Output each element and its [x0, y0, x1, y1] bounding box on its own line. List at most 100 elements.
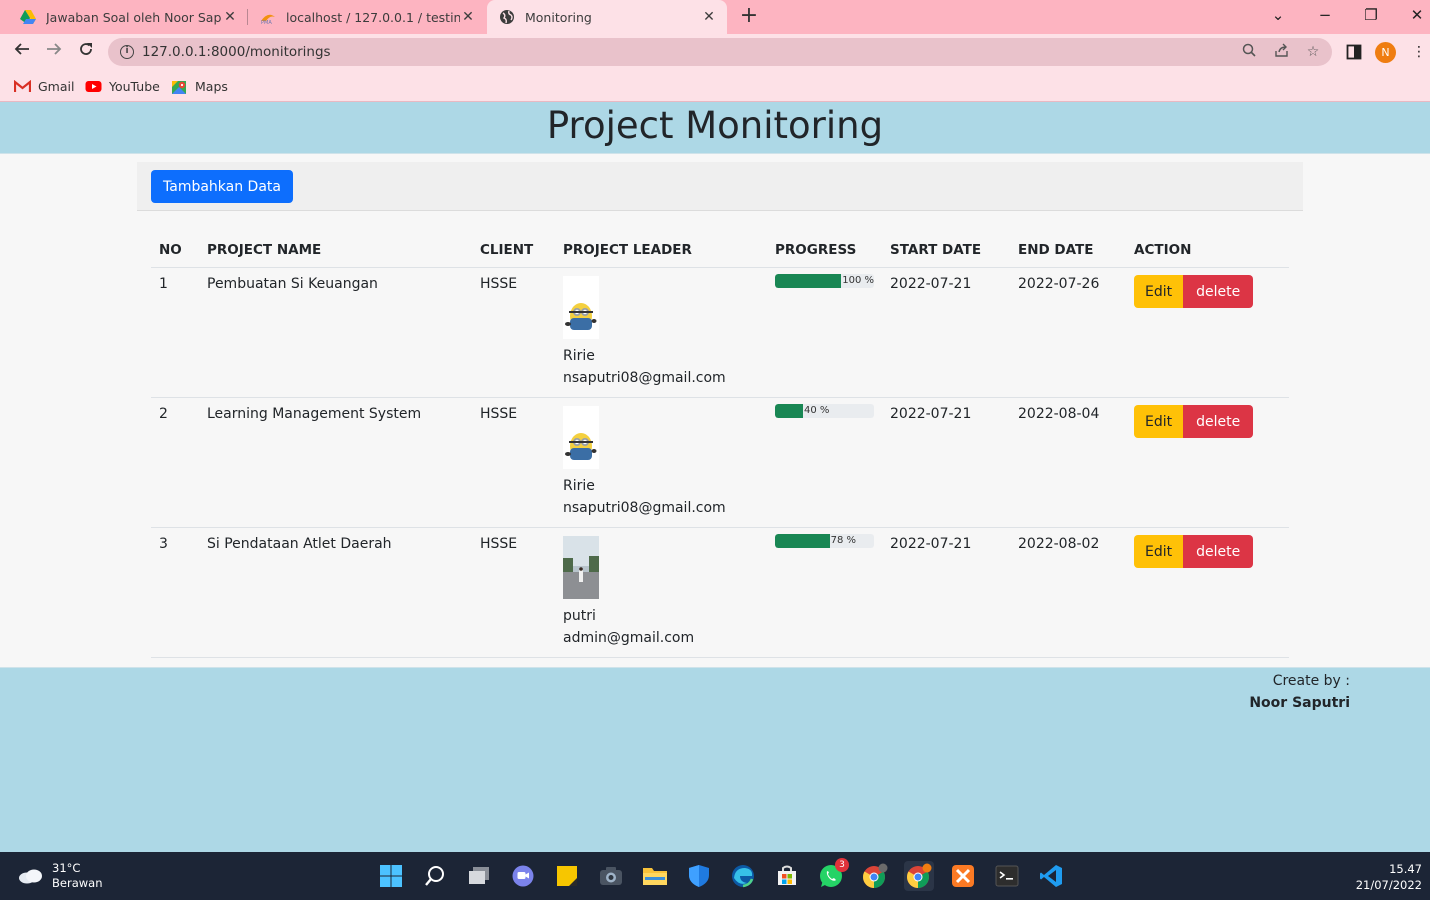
search-icon[interactable] — [420, 861, 450, 891]
card-header: Tambahkan Data — [137, 162, 1303, 211]
close-tab-icon[interactable]: ✕ — [701, 9, 717, 25]
cell-project-name: Learning Management System — [199, 397, 472, 528]
delete-button[interactable]: delete — [1183, 275, 1254, 308]
side-panel-icon[interactable] — [1345, 44, 1363, 60]
address-url[interactable]: 127.0.0.1:8000/monitorings — [142, 44, 331, 60]
progress-fill — [775, 274, 842, 288]
cell-no: 3 — [151, 527, 199, 658]
edit-button[interactable]: Edit — [1134, 405, 1184, 438]
column-header-client: CLIENT — [472, 234, 555, 268]
weather-widget[interactable]: 31°C Berawan — [18, 861, 102, 891]
system-clock[interactable]: 15.47 21/07/2022 — [1356, 861, 1422, 893]
table-row: 2 Learning Management System HSSE Ririe … — [151, 397, 1289, 528]
bookmark-star-icon[interactable]: ☆ — [1304, 43, 1322, 61]
leader-email: admin@gmail.com — [563, 630, 695, 646]
cell-client: HSSE — [472, 397, 555, 528]
add-data-button[interactable]: Tambahkan Data — [151, 170, 293, 203]
column-header-project-leader: PROJECT LEADER — [555, 234, 767, 268]
restore-button[interactable]: ❐ — [1348, 0, 1394, 30]
chrome-active-icon[interactable] — [904, 861, 934, 891]
column-header-start-date: START DATE — [882, 234, 1010, 268]
globe-icon — [499, 9, 515, 25]
progress-fill — [775, 534, 830, 548]
site-info-icon[interactable]: i — [120, 45, 134, 59]
leader-email: nsaputri08@gmail.com — [563, 500, 726, 516]
cell-project-leader: Ririe nsaputri08@gmail.com — [555, 397, 767, 528]
column-header-no: NO — [151, 234, 199, 268]
camera-icon[interactable] — [596, 861, 626, 891]
google-drive-icon — [20, 9, 36, 25]
bookmarks-bar: Gmail YouTube Maps — [0, 70, 1430, 102]
close-tab-icon[interactable]: ✕ — [460, 9, 476, 25]
tab-search-chevron-down-icon[interactable]: ⌄ — [1255, 0, 1301, 30]
sticky-notes-icon[interactable] — [552, 861, 582, 891]
cloud-icon — [19, 869, 42, 884]
microsoft-store-icon[interactable] — [772, 861, 802, 891]
forward-button[interactable] — [40, 39, 68, 65]
cell-end-date: 2022-07-26 — [1010, 267, 1126, 398]
weather-temp: 31°C — [52, 861, 81, 875]
table-row: 3 Si Pendataan Atlet Daerah HSSE putri a… — [151, 527, 1289, 658]
tab-jawaban-soal[interactable]: Jawaban Soal oleh Noor Saputri ✕ — [8, 0, 248, 34]
minimize-button[interactable]: − — [1302, 0, 1348, 30]
cell-progress: 40 % — [767, 397, 882, 528]
page-title: Project Monitoring — [546, 104, 884, 147]
edge-browser-icon[interactable] — [728, 861, 758, 891]
browser-tab-bar: Jawaban Soal oleh Noor Saputri ✕ PMA loc… — [0, 0, 1430, 34]
cell-start-date: 2022-07-21 — [882, 527, 1010, 658]
leader-email: nsaputri08@gmail.com — [563, 370, 726, 386]
progress-label: 100 % — [842, 275, 874, 286]
arrow-left-icon — [14, 43, 29, 55]
browser-toolbar: i 127.0.0.1:8000/monitorings ☆ N ⋮ — [0, 34, 1430, 70]
reload-button[interactable] — [72, 39, 100, 65]
page-content: Project Monitoring Tambahkan Data NO PRO… — [0, 103, 1430, 852]
back-button[interactable] — [8, 39, 36, 65]
action-buttons: Edit delete — [1134, 535, 1281, 568]
edit-button[interactable]: Edit — [1134, 535, 1184, 568]
new-tab-button[interactable]: + — [736, 4, 762, 30]
column-header-project-name: PROJECT NAME — [199, 234, 472, 268]
bookmark-gmail[interactable]: Gmail — [13, 76, 74, 96]
cell-project-name: Si Pendataan Atlet Daerah — [199, 527, 472, 658]
address-bar[interactable]: i 127.0.0.1:8000/monitorings ☆ — [108, 38, 1332, 66]
tab-monitoring[interactable]: Monitoring ✕ — [487, 0, 727, 34]
google-maps-icon — [171, 80, 188, 94]
cell-action: Edit delete — [1126, 397, 1289, 528]
xampp-icon[interactable] — [948, 861, 978, 891]
close-tab-icon[interactable]: ✕ — [222, 9, 238, 25]
cell-progress: 78 % — [767, 527, 882, 658]
delete-button[interactable]: delete — [1183, 535, 1254, 568]
svg-text:PMA: PMA — [261, 20, 272, 25]
bookmark-maps[interactable]: Maps — [171, 76, 228, 96]
close-window-button[interactable]: ✕ — [1394, 0, 1430, 30]
profile-avatar[interactable]: N — [1375, 42, 1396, 63]
tab-phpmyadmin[interactable]: PMA localhost / 127.0.0.1 / testing | ph… — [248, 0, 486, 34]
security-shield-icon[interactable] — [684, 861, 714, 891]
cell-start-date: 2022-07-21 — [882, 267, 1010, 398]
share-icon[interactable] — [1272, 43, 1290, 61]
column-header-end-date: END DATE — [1010, 234, 1126, 268]
delete-button[interactable]: delete — [1183, 405, 1254, 438]
zoom-icon[interactable] — [1240, 43, 1258, 61]
action-buttons: Edit delete — [1134, 275, 1281, 308]
windows-start-icon[interactable] — [376, 861, 406, 891]
task-view-icon[interactable] — [464, 861, 494, 891]
cell-client: HSSE — [472, 527, 555, 658]
created-by-label: Create by : — [1272, 673, 1350, 689]
progress-bar: 40 % — [775, 404, 874, 418]
vscode-icon[interactable] — [1036, 861, 1066, 891]
gmail-icon — [13, 79, 32, 93]
file-explorer-icon[interactable] — [640, 861, 670, 891]
bookmark-youtube[interactable]: YouTube — [85, 76, 160, 96]
cell-end-date: 2022-08-04 — [1010, 397, 1126, 528]
progress-label: 40 % — [804, 405, 830, 416]
teams-chat-icon[interactable] — [508, 861, 538, 891]
more-menu-icon[interactable]: ⋮ — [1410, 44, 1428, 60]
whatsapp-icon[interactable]: 3 — [816, 858, 849, 891]
edit-button[interactable]: Edit — [1134, 275, 1184, 308]
cell-no: 1 — [151, 267, 199, 398]
terminal-icon[interactable] — [992, 861, 1022, 891]
cell-no: 2 — [151, 397, 199, 528]
photo-avatar — [563, 536, 599, 599]
chrome-profile-icon[interactable] — [860, 861, 890, 891]
